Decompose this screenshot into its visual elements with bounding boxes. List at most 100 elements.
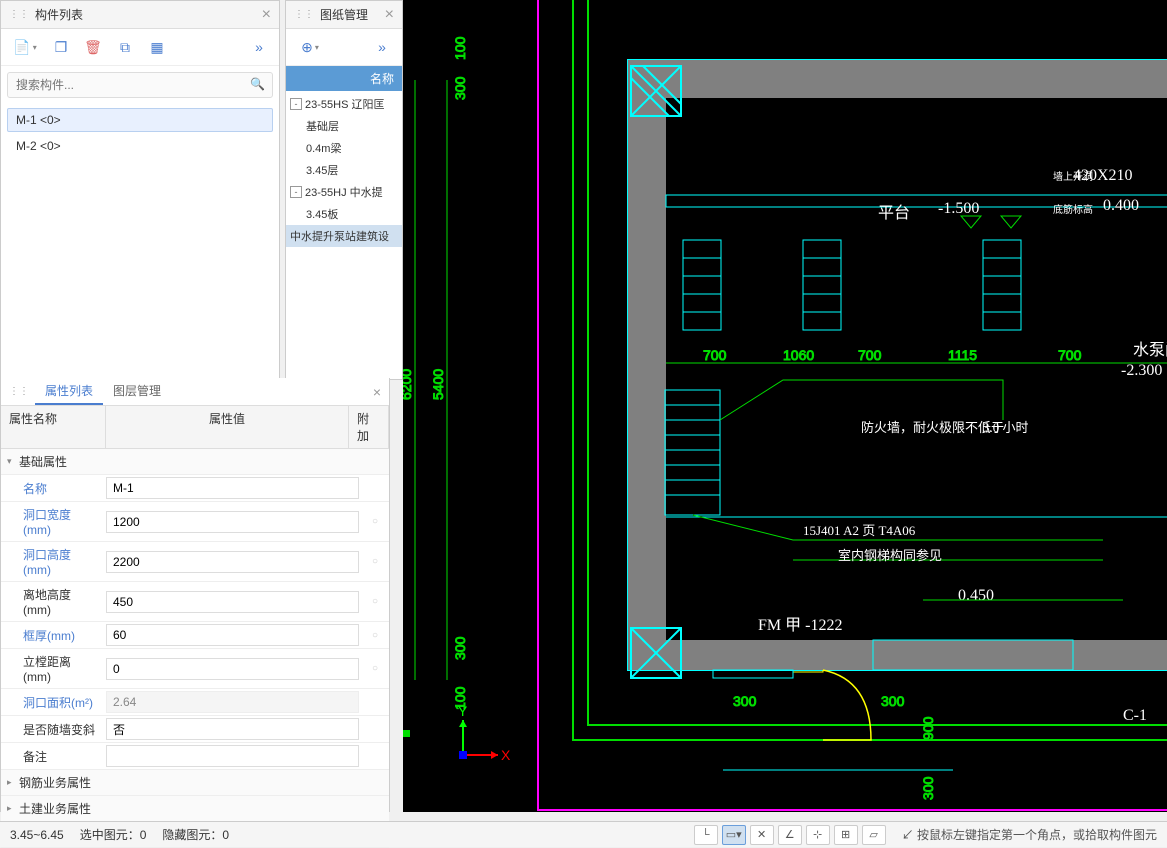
- tree-leaf[interactable]: 基础层: [286, 115, 402, 137]
- svg-text:FM 甲 -1222: FM 甲 -1222: [758, 617, 842, 634]
- property-row: 备注: [1, 743, 389, 770]
- property-row: 洞口宽度(mm) ○: [1, 502, 389, 542]
- cad-canvas[interactable]: 700 1060 700 1115 700 6200 5400 100 300 …: [403, 0, 1167, 812]
- property-group-civil[interactable]: 土建业务属性: [1, 796, 389, 822]
- property-extra[interactable]: ○: [361, 556, 389, 567]
- svg-text:底筋标高: 底筋标高: [1053, 203, 1093, 216]
- expand-button[interactable]: »: [245, 35, 273, 59]
- grip-icon[interactable]: ⋮⋮: [294, 9, 314, 20]
- property-name: 备注: [1, 744, 104, 769]
- svg-text:0.450: 0.450: [958, 587, 994, 604]
- snap-buttons: └ ▭▾ ✕ ∠ ⊹ ⊞ ▱: [694, 825, 886, 845]
- property-name: 洞口面积(m²): [1, 690, 104, 715]
- snap-endpoint-button[interactable]: └: [694, 825, 718, 845]
- tree-node[interactable]: -23-55HJ 中水提: [286, 181, 402, 203]
- property-input[interactable]: [106, 591, 359, 613]
- property-name: 立樘距离(mm): [1, 649, 104, 688]
- new-component-button[interactable]: 📄: [7, 35, 43, 59]
- svg-text:100: 100: [452, 36, 468, 60]
- svg-text:700: 700: [858, 347, 882, 363]
- collapse-icon[interactable]: -: [290, 186, 302, 198]
- property-name: 名称: [1, 476, 104, 501]
- snap-off-button[interactable]: ✕: [750, 825, 774, 845]
- property-input[interactable]: [106, 718, 359, 740]
- property-row: 框厚(mm)○: [1, 622, 389, 649]
- property-input[interactable]: [106, 624, 359, 646]
- snap-rect-button[interactable]: ▭▾: [722, 825, 746, 845]
- add-drawing-button[interactable]: ⊕: [292, 35, 328, 59]
- svg-text:300: 300: [920, 776, 936, 800]
- panel-header: ⋮⋮ 构件列表 ×: [1, 1, 279, 29]
- copy-button[interactable]: ❐: [47, 35, 75, 59]
- property-name: 离地高度(mm): [1, 582, 104, 621]
- property-group-basic[interactable]: 基础属性: [1, 449, 389, 475]
- drawing-panel: ⋮⋮ 图纸管理 × ⊕ » 名称 -23-55HS 辽阳匡 基础层 0.4m梁 …: [285, 0, 403, 380]
- svg-text:700: 700: [1058, 347, 1082, 363]
- property-group-rebar[interactable]: 钢筋业务属性: [1, 770, 389, 796]
- chevron-right-icon: [7, 777, 19, 788]
- tree-leaf[interactable]: 3.45层: [286, 159, 402, 181]
- property-name: 洞口宽度(mm): [1, 502, 104, 541]
- svg-text:-1.500: -1.500: [938, 200, 979, 217]
- component-toolbar: 📄 ❐ 🗑 ⧉ ▦ »: [1, 29, 279, 66]
- panel-title: 图纸管理: [320, 6, 385, 23]
- snap-parallel-button[interactable]: ▱: [862, 825, 886, 845]
- status-range: 3.45~6.45: [10, 828, 64, 842]
- svg-text:5400: 5400: [430, 369, 446, 400]
- expand-button[interactable]: »: [368, 35, 396, 59]
- close-icon[interactable]: ×: [373, 384, 381, 400]
- snap-angle-button[interactable]: ∠: [778, 825, 802, 845]
- property-row: 立樘距离(mm) ○: [1, 649, 389, 689]
- property-extra[interactable]: ○: [361, 663, 389, 674]
- property-input[interactable]: [106, 511, 359, 533]
- svg-text:3.0 小时: 3.0 小时: [983, 420, 1029, 435]
- delete-button[interactable]: 🗑: [79, 35, 107, 59]
- close-icon[interactable]: ×: [262, 6, 271, 24]
- drawing-toolbar: ⊕ »: [286, 29, 402, 66]
- tree-header: 名称: [286, 66, 402, 91]
- svg-text:X: X: [501, 747, 511, 763]
- property-extra[interactable]: ○: [361, 516, 389, 527]
- tab-properties[interactable]: 属性列表: [35, 378, 103, 405]
- snap-grid-button[interactable]: ⊞: [834, 825, 858, 845]
- property-input[interactable]: [106, 745, 359, 767]
- tree-leaf[interactable]: 0.4m梁: [286, 137, 402, 159]
- property-row: 是否随墙变斜: [1, 716, 389, 743]
- property-row: 洞口高度(mm) ○: [1, 542, 389, 582]
- layer-copy-button[interactable]: ⧉: [111, 35, 139, 59]
- search-input[interactable]: [7, 72, 273, 98]
- tree-leaf[interactable]: 3.45板: [286, 203, 402, 225]
- grip-icon[interactable]: ⋮⋮: [9, 9, 29, 20]
- grip-icon[interactable]: ⋮⋮: [9, 386, 29, 397]
- tab-layers[interactable]: 图层管理: [103, 378, 171, 405]
- tree-leaf[interactable]: 中水提升泵站建筑设: [286, 225, 402, 247]
- component-list-panel: ⋮⋮ 构件列表 × 📄 ❐ 🗑 ⧉ ▦ » 🔍 M-1 <0> M-2 <0>: [0, 0, 280, 380]
- snap-point-button[interactable]: ⊹: [806, 825, 830, 845]
- search-icon[interactable]: 🔍: [250, 77, 265, 91]
- tree-node[interactable]: -23-55HS 辽阳匡: [286, 93, 402, 115]
- property-input[interactable]: [106, 551, 359, 573]
- template-button[interactable]: ▦: [143, 35, 171, 59]
- svg-text:室内钢梯构同参见: 室内钢梯构同参见: [838, 548, 942, 563]
- property-input[interactable]: [106, 691, 359, 713]
- svg-text:1115: 1115: [948, 347, 977, 363]
- component-item[interactable]: M-1 <0>: [7, 108, 273, 132]
- svg-text:6200: 6200: [403, 369, 414, 400]
- svg-text:300: 300: [452, 76, 468, 100]
- property-name: 洞口高度(mm): [1, 542, 104, 581]
- property-input[interactable]: [106, 477, 359, 499]
- svg-text:0.400: 0.400: [1103, 197, 1139, 214]
- property-extra[interactable]: ○: [361, 596, 389, 607]
- close-icon[interactable]: ×: [385, 6, 394, 24]
- property-input[interactable]: [106, 658, 359, 680]
- property-extra[interactable]: ○: [361, 630, 389, 641]
- svg-text:平台: 平台: [878, 204, 910, 222]
- svg-text:C-1: C-1: [1123, 707, 1147, 724]
- svg-text:1060: 1060: [783, 347, 814, 363]
- component-item[interactable]: M-2 <0>: [7, 134, 273, 158]
- property-row: 名称: [1, 475, 389, 502]
- command-prompt: ↙ 按鼠标左键指定第一个角点，或拾取构件图元: [902, 826, 1157, 843]
- svg-text:Y: Y: [458, 703, 468, 719]
- svg-text:墙上开洞: 墙上开洞: [1053, 170, 1093, 183]
- collapse-icon[interactable]: -: [290, 98, 302, 110]
